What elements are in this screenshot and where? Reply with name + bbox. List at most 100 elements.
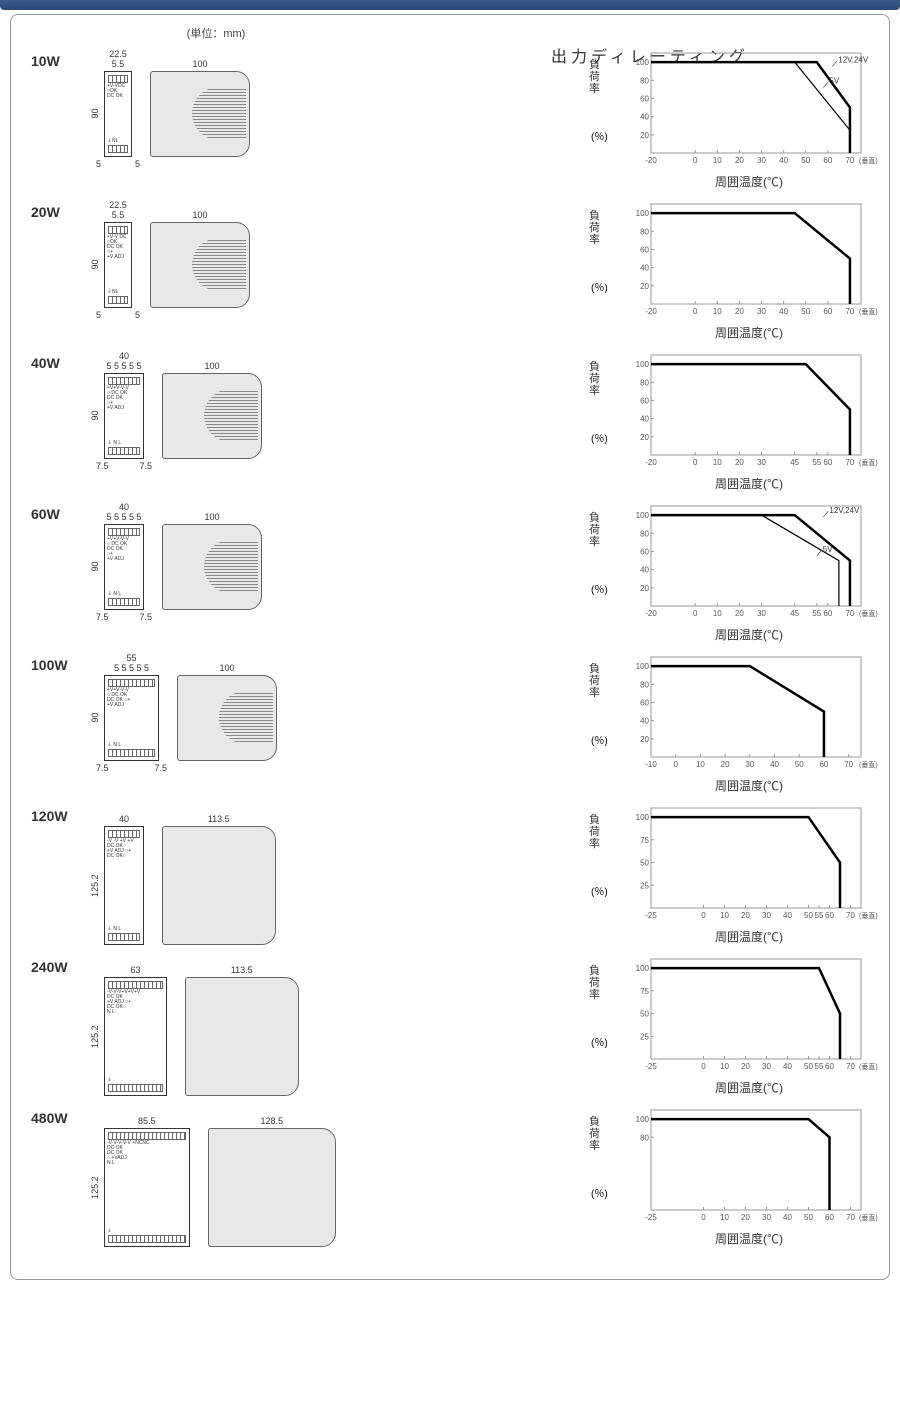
svg-text:10: 10 (720, 911, 729, 920)
dim-depth: 100 (162, 361, 262, 371)
front-text-line: ⏚NL (107, 139, 129, 144)
model-label: 20W (31, 202, 86, 220)
dim-margin-right: 5 (135, 310, 140, 320)
svg-text:40: 40 (640, 113, 649, 122)
model-label: 10W (31, 51, 86, 69)
svg-text:45: 45 (790, 609, 799, 618)
svg-text:10: 10 (720, 1062, 729, 1071)
svg-text:40: 40 (779, 156, 788, 165)
dim-height: 125.2 (90, 1128, 100, 1247)
svg-text:12V,24V: 12V,24V (838, 56, 869, 65)
svg-text:80: 80 (640, 227, 649, 236)
svg-text:(垂直): (垂直) (859, 307, 878, 316)
svg-text:30: 30 (762, 911, 771, 920)
dim-margin-right: 7.5 (139, 612, 152, 622)
dim-depth: 113.5 (162, 814, 276, 824)
svg-text:0: 0 (693, 307, 698, 316)
svg-text:20: 20 (735, 609, 744, 618)
chart-ylabel: 負荷率 (589, 965, 603, 1001)
front-text-line: +V ADJ (107, 703, 156, 708)
dim-depth: 113.5 (185, 965, 299, 975)
dim-height: 90 (90, 675, 100, 761)
front-text-line: ⏚ N L (107, 592, 141, 597)
svg-text:30: 30 (757, 609, 766, 618)
chart-ylabel: 負荷率 (589, 663, 603, 699)
svg-text:(垂直): (垂直) (859, 156, 878, 165)
derating-plot: 20406080100-20010203040506070(垂直) (629, 202, 861, 322)
svg-text:100: 100 (636, 511, 650, 520)
svg-text:(垂直): (垂直) (859, 1062, 878, 1071)
svg-text:20: 20 (640, 131, 649, 140)
chart-ylabel: 負荷率 (589, 1116, 603, 1152)
svg-text:100: 100 (636, 209, 650, 218)
side-view: 100 (150, 222, 250, 308)
svg-text:55: 55 (812, 458, 821, 467)
dim-depth: 100 (162, 512, 262, 522)
svg-text:(垂直): (垂直) (859, 458, 878, 467)
front-text-line: ⏚ N L (107, 441, 141, 446)
svg-text:80: 80 (640, 378, 649, 387)
svg-text:70: 70 (846, 1062, 855, 1071)
dim-depth: 100 (177, 663, 277, 673)
product-row: 480W-V-V-V-V-V +NCNCDC OKDC OK○ +VADJN L… (31, 1108, 869, 1247)
svg-text:70: 70 (846, 1213, 855, 1222)
derating-chart: 負荷率(％)20406080100-20010203045556070(垂直)1… (589, 504, 869, 643)
front-text-line: +V ADJ (107, 255, 129, 260)
svg-text:75: 75 (640, 987, 649, 996)
dim-width: 40 (104, 502, 144, 512)
front-view: -V -V +V +VDC OK+V ADJ ○+DC OK○⏚ N L4012… (104, 826, 144, 945)
svg-text:60: 60 (825, 1213, 834, 1222)
model-label: 40W (31, 353, 86, 371)
svg-text:70: 70 (844, 760, 853, 769)
dim-height: 90 (90, 524, 100, 610)
svg-text:100: 100 (636, 58, 650, 67)
svg-text:20: 20 (640, 282, 649, 291)
dim-depth: 100 (150, 210, 250, 220)
derating-plot: 255075100-2501020304050556070(垂直) (629, 806, 861, 926)
model-label: 480W (31, 1108, 86, 1126)
derating-chart: 負荷率(％)20406080100-10010203040506070(垂直)周… (589, 655, 869, 794)
chart-ylabel: 負荷率 (589, 59, 603, 95)
svg-text:-25: -25 (645, 1213, 657, 1222)
derating-plot: 20406080100-20010203045556070(垂直) (629, 353, 861, 473)
front-view: +V+V-V-V○ DC OKDC OK ○++V ADJ⏚ N L555 5 … (104, 675, 159, 761)
chart-ylabel-pct: (％) (591, 279, 608, 294)
side-view: 100 (162, 373, 262, 459)
dim-margin-left: 5 (96, 310, 101, 320)
svg-text:80: 80 (640, 680, 649, 689)
front-view: +V+V-V-V○ DC OKDC OK○++V ADJ⏚ N L405 5 5… (104, 524, 144, 610)
chart-xlabel: 周囲温度(℃) (629, 1230, 869, 1247)
svg-text:80: 80 (640, 76, 649, 85)
product-row: 10W+V-VDC○OKDC OK⏚NL22.55.59055100負荷率(％)… (31, 51, 869, 190)
svg-text:60: 60 (819, 760, 828, 769)
svg-text:70: 70 (845, 609, 854, 618)
derating-chart: 負荷率(％)80100-25010203040506070(垂直)周囲温度(℃) (589, 1108, 869, 1247)
product-row: 60W +V+V-V-V○ DC OKDC OK○++V ADJ⏚ N L405 … (31, 504, 869, 643)
svg-text:40: 40 (770, 760, 779, 769)
svg-text:40: 40 (640, 415, 649, 424)
svg-text:(垂直): (垂直) (859, 1213, 878, 1222)
svg-text:20: 20 (741, 911, 750, 920)
svg-text:-20: -20 (645, 156, 657, 165)
dimension-drawings: -V-V-V-V-V +NCNCDC OKDC OK○ +VADJN L⏚85.… (86, 1108, 386, 1247)
product-row: 100W+V+V-V-V○ DC OKDC OK ○++V ADJ⏚ N L55… (31, 655, 869, 794)
svg-text:10: 10 (713, 458, 722, 467)
side-view: 100 (150, 71, 250, 157)
svg-text:60: 60 (825, 911, 834, 920)
model-label: 60W (31, 504, 86, 522)
front-view: +V-VDC○OKDC OK⏚NL22.55.59055 (104, 71, 132, 157)
svg-text:80: 80 (640, 1133, 649, 1142)
chart-ylabel-pct: (％) (591, 430, 608, 445)
derating-chart: 負荷率(％)20406080100-20010203040506070(垂直)1… (589, 51, 869, 190)
svg-text:(垂直): (垂直) (859, 609, 878, 618)
svg-text:50: 50 (640, 859, 649, 868)
dim-width: 22.5 (104, 49, 132, 59)
svg-text:20: 20 (640, 735, 649, 744)
dim-width-inner: 5 5 5 5 5 (104, 512, 144, 522)
svg-text:25: 25 (640, 881, 649, 890)
svg-text:0: 0 (693, 458, 698, 467)
svg-text:40: 40 (640, 264, 649, 273)
front-text-line: N L (107, 1161, 187, 1166)
front-text-line: DC OK (107, 94, 129, 99)
chart-ylabel-pct: (％) (591, 128, 608, 143)
